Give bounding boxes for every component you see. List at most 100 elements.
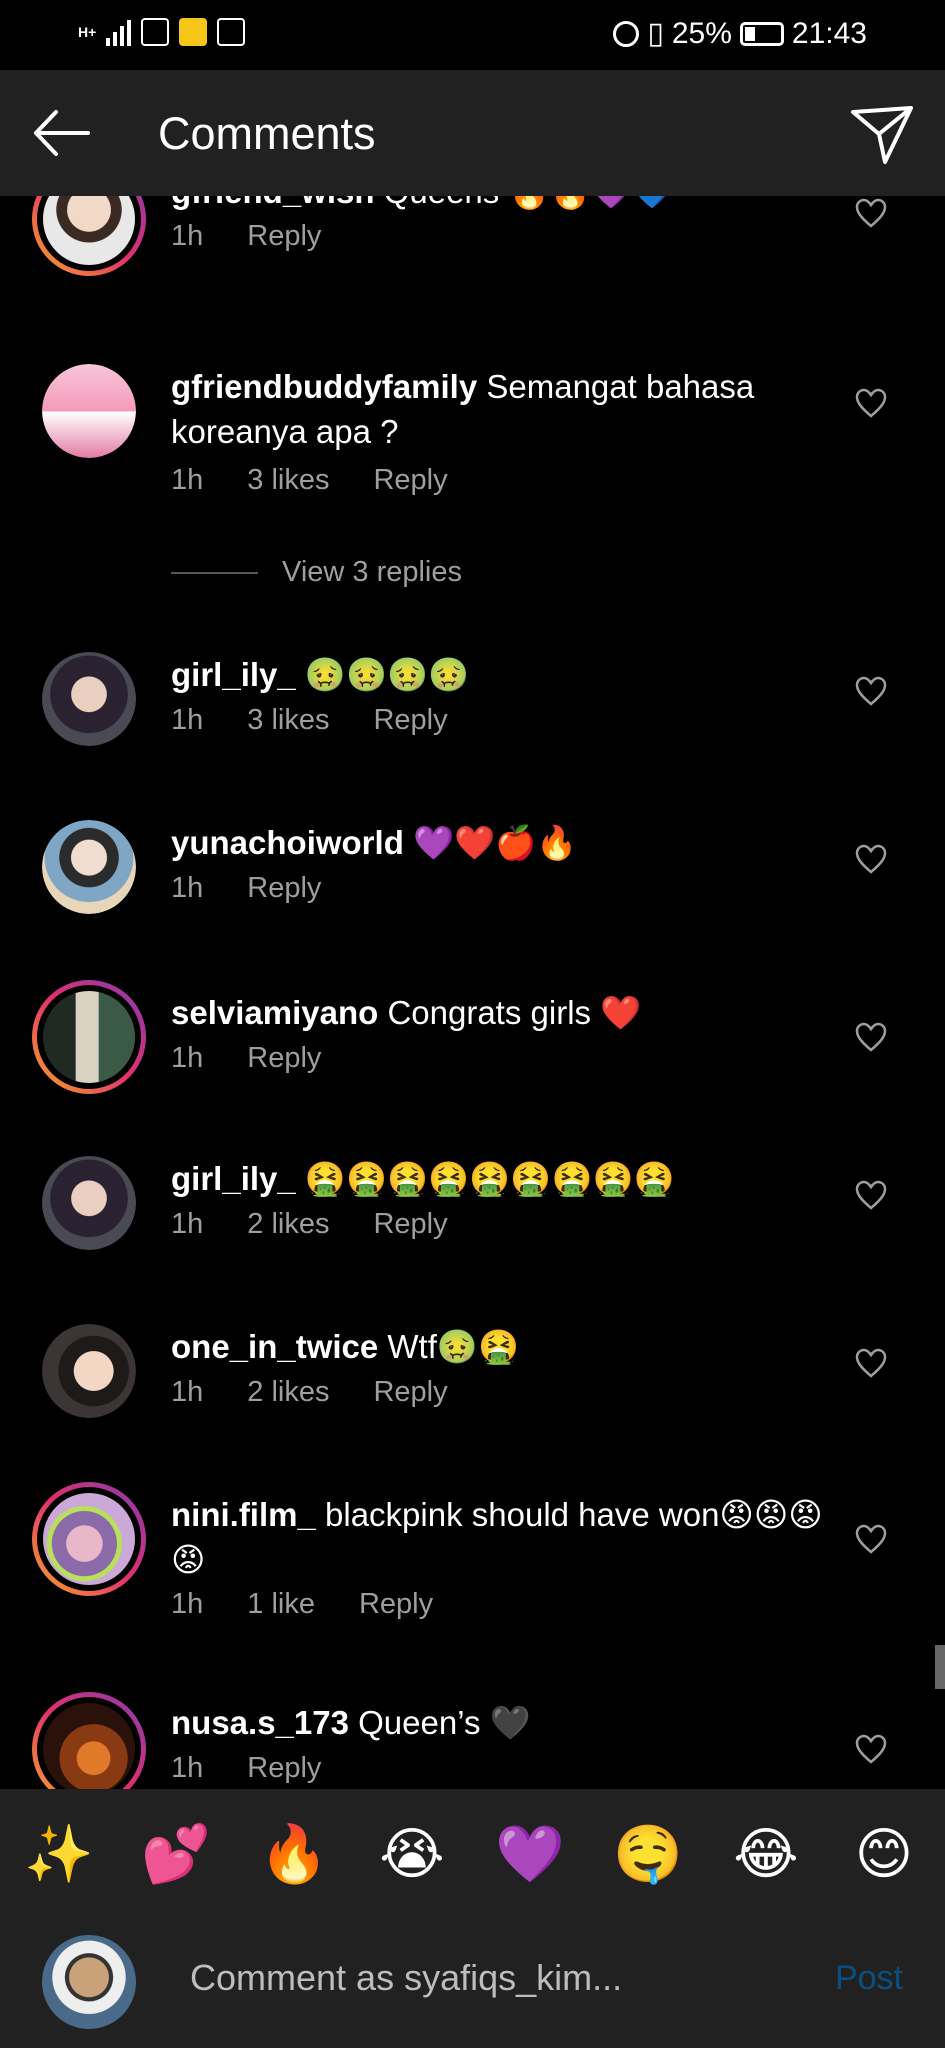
scrollbar-thumb[interactable]: [935, 1645, 945, 1689]
comment-username[interactable]: gfriendbuddyfamily: [171, 368, 477, 405]
send-icon: [851, 106, 913, 164]
comment-text: gfriend_wish Queens 🔥🔥💜💙: [171, 196, 831, 214]
comment-time: 1h: [171, 704, 204, 736]
like-heart-icon[interactable]: [855, 676, 887, 706]
view-replies-button[interactable]: View 3 replies: [171, 556, 462, 589]
like-heart-icon[interactable]: [855, 1022, 887, 1052]
comment-meta: 1h Reply: [171, 1042, 365, 1075]
comment-meta: 1h 3 likes Reply: [171, 464, 492, 497]
avatar[interactable]: [32, 1692, 146, 1789]
avatar[interactable]: [32, 1482, 146, 1596]
clock: 21:43: [791, 16, 867, 50]
comment-meta: 1h 1 like Reply: [171, 1588, 477, 1621]
avatar[interactable]: [42, 1156, 136, 1250]
comment-username[interactable]: one_in_twice: [171, 1328, 378, 1365]
notification-icon: [141, 18, 170, 46]
comment-likes[interactable]: 1 like: [247, 1588, 315, 1621]
reply-button[interactable]: Reply: [373, 704, 447, 737]
comment-body: Queen’s 🖤: [358, 1704, 531, 1741]
avatar[interactable]: [32, 196, 146, 276]
reply-button[interactable]: Reply: [359, 1588, 433, 1621]
comment-text: girl_ily_ 🤮🤮🤮🤮🤮🤮🤮🤮🤮: [171, 1156, 831, 1201]
comment-time: 1h: [171, 464, 204, 496]
emoji-drooling-button[interactable]: 🤤: [611, 1817, 685, 1891]
comment-text: girl_ily_ 🤢🤢🤢🤢: [171, 652, 831, 697]
reply-button[interactable]: Reply: [373, 1376, 447, 1409]
comment-meta: 1h Reply: [171, 220, 365, 253]
status-bar: H+ ▯ 25% 21:43: [0, 0, 945, 70]
avatar[interactable]: [42, 820, 136, 914]
comment-username[interactable]: yunachoiworld: [171, 824, 404, 861]
comment-time: 1h: [171, 1588, 204, 1620]
arrow-left-icon: [34, 110, 90, 156]
emoji-smiling-button[interactable]: 😊: [847, 1817, 921, 1891]
comment-body: Queens 🔥🔥💜💙: [384, 196, 673, 210]
comment-text: yunachoiworld 💜❤️🍎🔥: [171, 820, 831, 865]
top-bar: Comments: [0, 70, 945, 196]
comments-list[interactable]: gfriend_wish Queens 🔥🔥💜💙 1h Reply gfrien…: [0, 196, 945, 1789]
comment-username[interactable]: gfriend_wish: [171, 196, 375, 210]
reply-button[interactable]: Reply: [247, 1042, 321, 1075]
status-right: ▯ 25% 21:43: [613, 16, 867, 51]
emoji-purple-heart-button[interactable]: 💜: [493, 1817, 567, 1891]
comment-input[interactable]: Comment as syafiqs_kim...: [190, 1957, 622, 1999]
comment-body: 🤢🤢🤢🤢: [304, 656, 470, 693]
comment-username[interactable]: nini.film_: [171, 1496, 316, 1533]
comment-text: one_in_twice Wtf🤢🤮: [171, 1324, 831, 1369]
comment-likes[interactable]: 3 likes: [247, 464, 329, 497]
emoji-two-hearts-button[interactable]: 💕: [139, 1817, 213, 1891]
comment-body: 💜❤️🍎🔥: [413, 824, 578, 861]
like-heart-icon[interactable]: [855, 1180, 887, 1210]
comment-body: 🤮🤮🤮🤮🤮🤮🤮🤮🤮: [304, 1160, 675, 1197]
avatar[interactable]: [32, 980, 146, 1094]
comment-username[interactable]: selviamiyano: [171, 994, 378, 1031]
comment-meta: 1h 2 likes Reply: [171, 1208, 492, 1241]
reply-button[interactable]: Reply: [247, 872, 321, 905]
like-heart-icon[interactable]: [855, 1524, 887, 1554]
page-title: Comments: [158, 108, 376, 159]
emoji-crying-button[interactable]: 😭: [375, 1817, 449, 1891]
avatar[interactable]: [42, 1324, 136, 1418]
comment-likes[interactable]: 2 likes: [247, 1376, 329, 1409]
emoji-fire-button[interactable]: 🔥: [257, 1817, 331, 1891]
reply-button[interactable]: Reply: [373, 464, 447, 497]
comment-time: 1h: [171, 1376, 204, 1408]
avatar[interactable]: [42, 364, 136, 458]
comment-time: 1h: [171, 1752, 204, 1784]
comment-body: Congrats girls ❤️: [387, 994, 642, 1031]
battery-icon: [739, 21, 784, 46]
avatar: [42, 1935, 136, 2029]
like-heart-icon[interactable]: [855, 1348, 887, 1378]
emoji-quick-bar: ✨ 💕 🔥 😭 💜 🤤 😂 😊: [0, 1789, 945, 1919]
emoji-tears-of-joy-button[interactable]: 😂: [729, 1817, 803, 1891]
comment-time: 1h: [171, 1042, 204, 1074]
like-heart-icon[interactable]: [855, 1734, 887, 1764]
comment-meta: 1h Reply: [171, 1752, 365, 1785]
like-heart-icon[interactable]: [855, 844, 887, 874]
signal-icon: [106, 18, 132, 46]
comment-likes[interactable]: 3 likes: [247, 704, 329, 737]
comment-username[interactable]: girl_ily_: [171, 656, 296, 693]
emoji-sparkles-button[interactable]: ✨: [22, 1817, 96, 1891]
network-type: H+: [78, 24, 97, 40]
comment-composer: Comment as syafiqs_kim... Post: [0, 1919, 945, 2048]
reply-button[interactable]: Reply: [373, 1208, 447, 1241]
reply-button[interactable]: Reply: [247, 1752, 321, 1785]
comment-time: 1h: [171, 1208, 204, 1240]
post-button[interactable]: Post: [835, 1959, 903, 1998]
back-button[interactable]: [28, 98, 98, 168]
comment-username[interactable]: nusa.s_173: [171, 1704, 349, 1741]
comment-likes[interactable]: 2 likes: [247, 1208, 329, 1241]
share-button[interactable]: [847, 98, 917, 168]
comment-time: 1h: [171, 220, 204, 252]
view-replies-label: View 3 replies: [282, 556, 463, 588]
comment-text: nusa.s_173 Queen’s 🖤: [171, 1700, 831, 1745]
comment-text: gfriendbuddyfamily Semangat bahasa korea…: [171, 364, 831, 454]
comment-text: nini.film_ blackpink should have won😡😡😡😡: [171, 1492, 831, 1582]
avatar[interactable]: [42, 652, 136, 746]
vibrate-icon: ▯: [647, 17, 664, 50]
reply-button[interactable]: Reply: [247, 220, 321, 253]
like-heart-icon[interactable]: [855, 198, 887, 228]
like-heart-icon[interactable]: [855, 388, 887, 418]
comment-username[interactable]: girl_ily_: [171, 1160, 296, 1197]
